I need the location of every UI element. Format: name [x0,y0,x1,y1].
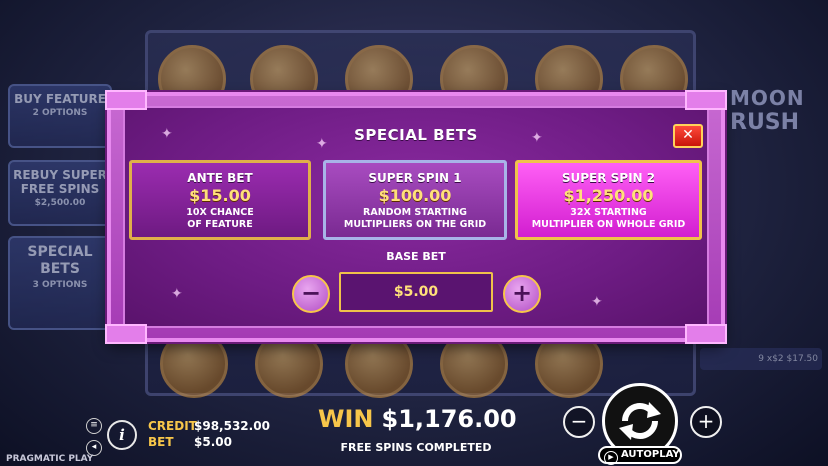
option-description-line: 10X CHANCE [186,207,254,218]
buy-feature-panel[interactable]: BUY FEATURE 2 OPTIONS [8,84,112,148]
menu-icon[interactable]: ≡ [86,418,102,434]
logo-text-line2: RUSH [730,110,800,135]
sparkle-icon: ✦ [591,294,603,310]
logo-text-line1: MOON [730,86,805,110]
bet-value: $5.00 [194,435,232,449]
win-amount: $1,176.00 [381,405,517,433]
special-bets-panel-subtitle: 3 OPTIONS [32,280,88,290]
rebuy-free-spins-title: REBUY SUPER FREE SPINS [13,168,107,196]
option-description-line: MULTIPLIER ON WHOLE GRID [531,219,686,230]
autoplay-icon: ▶ [604,451,618,465]
close-button[interactable]: ✕ [673,124,703,148]
win-display: WIN $1,176.00 [318,405,517,433]
autoplay-button[interactable]: ▶ AUTOPLAY [598,446,682,465]
win-label: WIN [318,405,374,433]
brand-logo: PRAGMATIC PLAY [6,454,94,464]
bet-label: BET [148,435,174,449]
option-description: 10X CHANCE OF FEATURE [132,207,308,231]
buy-feature-subtitle: 2 OPTIONS [32,108,88,118]
option-name: SUPER SPIN 1 [368,171,462,185]
option-name: ANTE BET [187,171,253,185]
multiplier-strip: 9 x$2 $17.50 [700,348,822,370]
increase-bet-button[interactable]: + [503,275,541,313]
game-logo: MOON RUSH [722,58,826,138]
base-bet-value: $5.00 [339,272,493,312]
credit-display: CREDIT$98,532.00 [148,419,270,433]
option-description-line: RANDOM STARTING [363,207,467,218]
modal-corner-ornament [105,324,147,344]
option-description: 32X STARTING MULTIPLIER ON WHOLE GRID [518,207,699,231]
credit-label: CREDIT [148,419,197,433]
ante-bet-option[interactable]: ANTE BET $15.00 10X CHANCE OF FEATURE [129,160,311,240]
option-price: $100.00 [378,186,452,205]
special-bets-panel-title: SPECIAL BETS [27,244,93,277]
super-spin-2-option[interactable]: SUPER SPIN 2 $1,250.00 32X STARTING MULT… [515,160,702,240]
decrease-stake-button[interactable]: − [563,406,595,438]
rebuy-free-spins-panel[interactable]: REBUY SUPER FREE SPINS $2,500.00 [8,160,112,226]
credit-value: $98,532.00 [194,419,270,433]
sparkle-icon: ✦ [171,286,183,302]
modal-corner-ornament [105,90,147,110]
autoplay-label: AUTOPLAY [621,449,680,460]
super-spin-1-option[interactable]: SUPER SPIN 1 $100.00 RANDOM STARTING MUL… [323,160,507,240]
option-description-line: 32X STARTING [570,207,647,218]
special-bets-panel[interactable]: SPECIAL BETS 3 OPTIONS [8,236,112,330]
option-price: $15.00 [189,186,251,205]
info-button[interactable]: i [107,420,137,450]
modal-title: SPECIAL BETS [354,126,478,144]
modal-corner-ornament [685,90,727,110]
option-name: SUPER SPIN 2 [561,171,656,185]
buy-feature-title: BUY FEATURE [14,92,106,106]
base-bet-label: BASE BET [386,250,446,263]
bet-display: BET $5.00 [148,435,232,449]
increase-stake-button[interactable]: + [690,406,722,438]
option-price: $1,250.00 [563,186,654,205]
win-status-text: FREE SPINS COMPLETED [340,441,492,454]
modal-corner-ornament [685,324,727,344]
decrease-bet-button[interactable]: − [292,275,330,313]
option-description-line: MULTIPLIERS ON THE GRID [343,219,487,230]
option-description-line: OF FEATURE [187,219,253,230]
rebuy-free-spins-price: $2,500.00 [34,198,86,208]
option-description: RANDOM STARTING MULTIPLIERS ON THE GRID [326,207,504,231]
